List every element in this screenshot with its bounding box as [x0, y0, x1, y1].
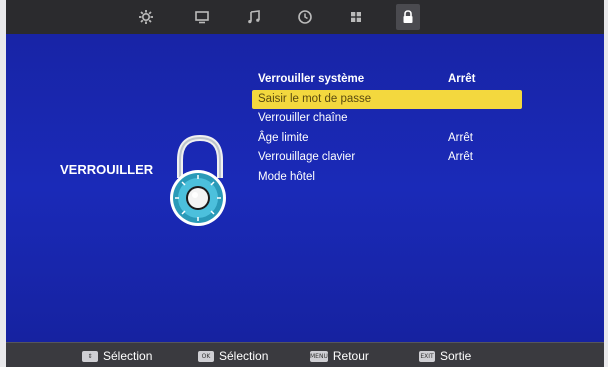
hint-label: Sélection — [219, 349, 269, 363]
menu-item-label: Verrouiller chaîne — [258, 112, 348, 124]
grid-icon[interactable] — [345, 6, 367, 28]
menu-item-label: Verrouillage clavier — [258, 151, 356, 163]
hint-label: Sortie — [440, 349, 472, 363]
menu-item-hotel-mode[interactable]: Mode hôtel — [252, 168, 522, 188]
tv-screen: VERROUILLER Verrouiller système Arrêt Sa… — [6, 0, 604, 367]
menu-item-age-limit[interactable]: Âge limite Arrêt — [252, 129, 522, 149]
hint-label: Sélection — [103, 349, 153, 363]
menu-item-system-lock[interactable]: Verrouiller système Arrêt — [252, 70, 522, 90]
menu-item-keypad-lock[interactable]: Verrouillage clavier Arrêt — [252, 148, 522, 168]
menu-item-label: Mode hôtel — [258, 170, 315, 183]
hint-navigate: ⇕ Sélection — [82, 348, 152, 364]
hint-back: MENU Retour — [310, 348, 369, 364]
ok-key-icon: OK — [198, 350, 214, 362]
padlock-illustration-icon — [170, 134, 226, 226]
lock-settings-menu: Verrouiller système Arrêt Saisir le mot … — [252, 70, 522, 187]
lock-icon[interactable] — [396, 4, 420, 30]
menu-item-label: Saisir le mot de passe — [258, 92, 372, 105]
section-title: VERROUILLER — [60, 162, 154, 177]
menu-item-value: Arrêt — [448, 151, 473, 163]
exit-key-icon: EXIT — [419, 350, 435, 362]
monitor-icon[interactable] — [191, 6, 213, 28]
footer-hint-bar: ⇕ Sélection OK Sélection MENU Retour EXI… — [6, 342, 604, 367]
menu-item-value: Arrêt — [448, 73, 476, 85]
menu-item-label: Verrouiller système — [258, 73, 365, 85]
menu-item-value: Arrêt — [448, 131, 473, 144]
category-tab-bar — [6, 0, 604, 34]
updown-key-icon: ⇕ — [82, 350, 98, 362]
clock-icon[interactable] — [294, 6, 316, 28]
hint-ok: OK Sélection — [198, 348, 268, 364]
hint-exit: EXIT Sortie — [419, 348, 471, 364]
menu-item-channel-lock[interactable]: Verrouiller chaîne — [252, 109, 522, 129]
menu-item-enter-password[interactable]: Saisir le mot de passe — [252, 89, 522, 109]
hint-label: Retour — [332, 349, 369, 363]
music-note-icon[interactable] — [243, 6, 265, 28]
lock-menu-panel: VERROUILLER Verrouiller système Arrêt Sa… — [6, 34, 604, 342]
menu-key-icon: MENU — [310, 350, 328, 362]
settings-icon[interactable] — [135, 6, 157, 28]
menu-item-label: Âge limite — [258, 131, 309, 144]
